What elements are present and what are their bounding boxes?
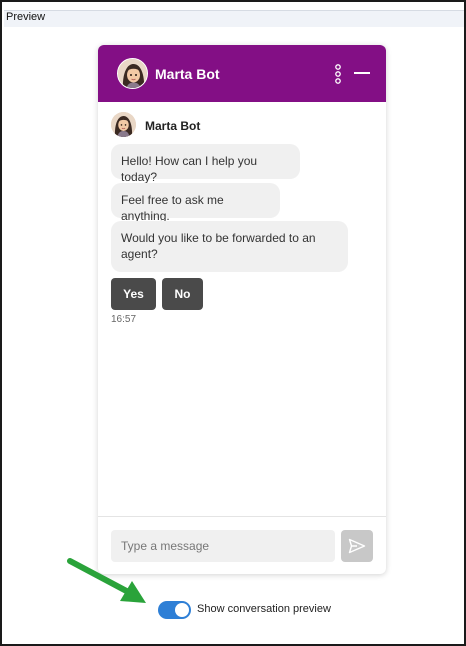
message-avatar (111, 112, 136, 137)
quick-reply-yes-button[interactable]: Yes (111, 278, 156, 310)
bot-avatar (117, 58, 148, 89)
message-bot-name: Marta Bot (145, 119, 201, 133)
preview-header-bar (4, 10, 464, 27)
message-timestamp: 16:57 (111, 314, 137, 325)
quick-reply-no-button[interactable]: No (162, 278, 203, 310)
green-arrow-annotation (67, 558, 146, 603)
toggle-knob (175, 603, 189, 617)
send-button[interactable] (341, 530, 373, 562)
preview-label: Preview (6, 11, 46, 23)
header-bot-name: Marta Bot (155, 66, 220, 82)
show-conversation-preview-toggle[interactable] (158, 601, 191, 619)
chat-widget: Marta Bot Marta Bot Hello! How can I hel… (98, 45, 386, 574)
bot-message: Hello! How can I help you today? (111, 144, 300, 184)
bot-message: Would you like to be forwarded to an age… (111, 221, 348, 272)
toggle-label: Show conversation preview (197, 603, 331, 615)
bot-message: Feel free to ask me anything. (111, 183, 280, 223)
chat-header: Marta Bot (98, 45, 386, 102)
minimize-icon[interactable] (354, 72, 370, 74)
send-icon (348, 538, 366, 554)
kebab-menu-icon[interactable] (332, 64, 344, 84)
composer-divider (98, 516, 386, 517)
preview-frame: Preview Marta Bot Marta Bot Hello! How c… (0, 0, 466, 646)
